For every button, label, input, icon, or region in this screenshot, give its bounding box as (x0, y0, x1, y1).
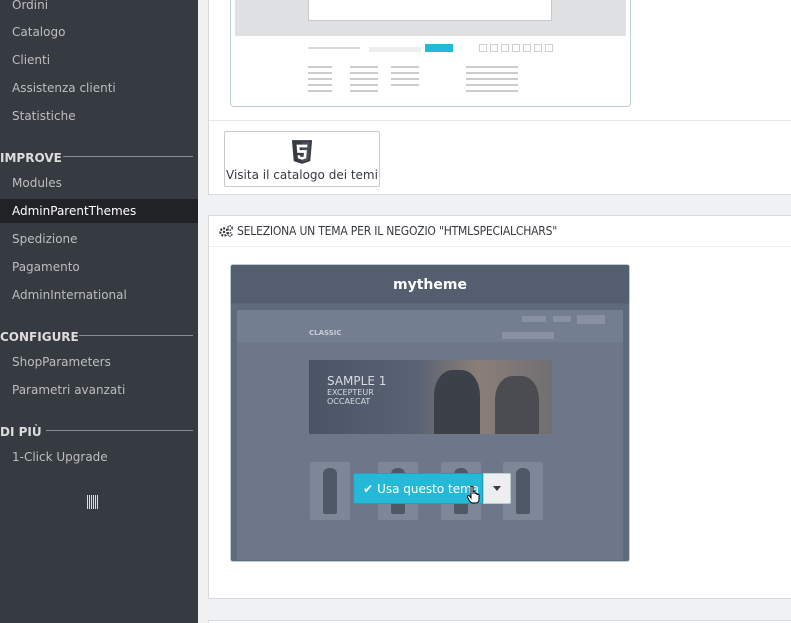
html5-icon (291, 140, 313, 164)
screenshot-signin (553, 316, 571, 322)
cogs-icon (219, 225, 233, 237)
sidebar-item-admininternational[interactable]: AdminInternational (12, 283, 127, 307)
banner-model (434, 370, 480, 434)
sidebar-item-spedizione[interactable]: Spedizione (12, 227, 78, 251)
preview-footer-col (350, 66, 378, 96)
caret-down-icon (493, 486, 501, 491)
main-content: Visita il catalogo dei temi SELEZIONA UN… (198, 0, 791, 623)
sidebar-section-more: DI PIÙ (0, 425, 42, 439)
sidebar-item-pagamento[interactable]: Pagamento (12, 255, 80, 279)
sidebar-item-parametri-avanzati[interactable]: Parametri avanzati (12, 378, 125, 402)
sidebar-item-statistiche[interactable]: Statistiche (12, 104, 76, 128)
screenshot-shop-name: CLASSIC (309, 329, 342, 337)
use-theme-dropdown-toggle[interactable] (483, 473, 511, 504)
screenshot-inner: CLASSIC SAMPLE 1 EXCEPTEUR OCCAECAT (237, 310, 623, 560)
preview-footer-col (466, 66, 518, 96)
current-theme-panel: Visita il catalogo dei temi (208, 0, 791, 195)
sidebar-divider (63, 156, 193, 157)
use-theme-button[interactable]: ✔ Usa questo tema (353, 473, 483, 504)
sidebar-item-catalogo[interactable]: Catalogo (12, 20, 65, 44)
preview-input (369, 47, 421, 52)
preview-social (512, 44, 520, 52)
screenshot-banner: SAMPLE 1 EXCEPTEUR OCCAECAT (309, 360, 552, 434)
preview-social (501, 44, 509, 52)
sidebar-item-shopparameters[interactable]: ShopParameters (12, 350, 111, 374)
preview-social (479, 44, 487, 52)
preview-footer-col (391, 66, 419, 90)
preview-footer-col (308, 66, 332, 96)
preview-social (534, 44, 542, 52)
use-theme-label: Usa questo tema (377, 481, 480, 496)
panel-divider (209, 120, 791, 121)
preview-social (490, 44, 498, 52)
sidebar-item-ordini[interactable]: Ordini (12, 0, 48, 17)
screenshot-product (310, 462, 350, 520)
screenshot-header: CLASSIC (237, 310, 623, 342)
banner-sub: OCCAECAT (327, 397, 371, 406)
sidebar-item-assistenza-clienti[interactable]: Assistenza clienti (12, 76, 116, 100)
current-theme-preview (230, 0, 631, 107)
collapse-sidebar-icon[interactable] (87, 495, 99, 509)
hand-cursor-icon (467, 486, 480, 504)
theme-name: mytheme (231, 265, 629, 303)
banner-text: SAMPLE 1 EXCEPTEUR OCCAECAT (327, 374, 386, 406)
banner-title: SAMPLE 1 (327, 374, 387, 388)
banner-model (495, 376, 539, 434)
preview-text-line (308, 47, 360, 49)
sidebar-item-modules[interactable]: Modules (12, 171, 62, 195)
sidebar-item-clienti[interactable]: Clienti (12, 48, 50, 72)
panel-heading: SELEZIONA UN TEMA PER IL NEGOZIO "HTMLSP… (209, 216, 791, 247)
theme-catalog-label: Visita il catalogo dei temi (226, 168, 378, 182)
preview-social (523, 44, 531, 52)
theme-catalog-button[interactable]: Visita il catalogo dei temi (224, 131, 380, 187)
sidebar-item-adminparentthemes[interactable]: AdminParentThemes (0, 199, 198, 223)
screenshot-search (502, 332, 554, 339)
sidebar-section-improve: IMPROVE (0, 151, 62, 165)
panel-title: SELEZIONA UN TEMA PER IL NEGOZIO "HTMLSP… (237, 224, 558, 238)
sidebar-section-configure: CONFIGURE (0, 330, 79, 344)
theme-screenshot: CLASSIC SAMPLE 1 EXCEPTEUR OCCAECAT ✔ Us… (231, 304, 629, 561)
screenshot-cart (577, 315, 605, 324)
sidebar-divider (79, 335, 193, 336)
sidebar-divider (46, 430, 193, 431)
select-theme-panel: SELEZIONA UN TEMA PER IL NEGOZIO "HTMLSP… (208, 215, 791, 599)
theme-card: mytheme CLASSIC SAMPLE 1 EXCEPTEUR OCCAE… (230, 264, 630, 562)
preview-subscribe (425, 44, 453, 52)
banner-sub: EXCEPTEUR (327, 388, 374, 397)
preview-social (545, 44, 553, 52)
sidebar-item-1-click-upgrade[interactable]: 1-Click Upgrade (12, 445, 108, 469)
screenshot-lang (522, 316, 546, 322)
sidebar: Ordini Catalogo Clienti Assistenza clien… (0, 0, 198, 623)
preview-box (308, 0, 552, 21)
check-icon: ✔ (363, 481, 374, 496)
